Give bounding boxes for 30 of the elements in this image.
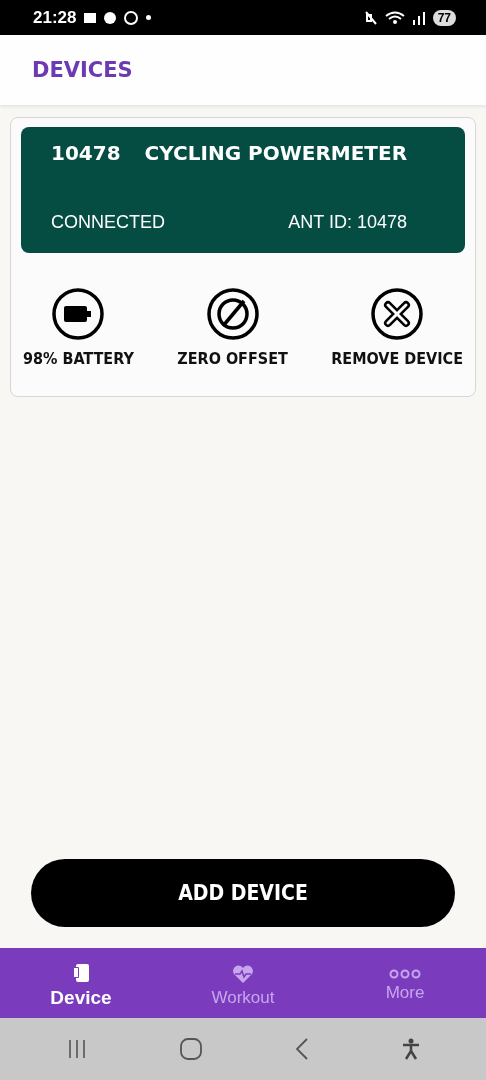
page-title: DEVICES — [32, 58, 133, 82]
accessibility-icon[interactable] — [401, 1038, 420, 1060]
device-icon — [72, 963, 90, 983]
recent-apps-icon[interactable] — [66, 1039, 87, 1059]
more-icon — [389, 969, 421, 979]
nav-tab[interactable]: Device — [0, 948, 162, 1018]
device-name: CYCLING POWERMETER — [144, 141, 408, 165]
status-time: 21:28 — [33, 7, 77, 28]
mail-icon — [84, 12, 97, 23]
close-icon — [370, 287, 425, 341]
device-number: 10478 — [51, 141, 121, 165]
mute-icon — [364, 10, 377, 25]
home-icon[interactable] — [179, 1038, 202, 1060]
zero-offset-icon — [205, 287, 260, 341]
battery-action[interactable]: 98% BATTERY — [23, 287, 134, 368]
battery-level: 77 — [432, 9, 456, 26]
connection-status: CONNECTED — [51, 212, 165, 234]
heart-icon — [232, 964, 254, 984]
signal-icon — [412, 10, 425, 25]
app-icon — [104, 11, 117, 24]
browser-icon — [124, 10, 139, 25]
remove-action[interactable]: REMOVE DEVICE — [331, 287, 463, 368]
device-panel[interactable]: 10478 CYCLING POWERMETER CONNECTED ANT ID: 10478 — [21, 127, 465, 253]
ant-id: ANT ID: 10478 — [288, 212, 407, 234]
back-icon[interactable] — [294, 1038, 309, 1060]
add-device-button[interactable]: ADD DEVICE — [31, 859, 455, 927]
battery-icon — [51, 287, 106, 341]
dot-icon — [146, 15, 152, 20]
zero-action[interactable]: ZERO OFFSET — [177, 287, 288, 368]
wifi-icon — [384, 10, 405, 25]
